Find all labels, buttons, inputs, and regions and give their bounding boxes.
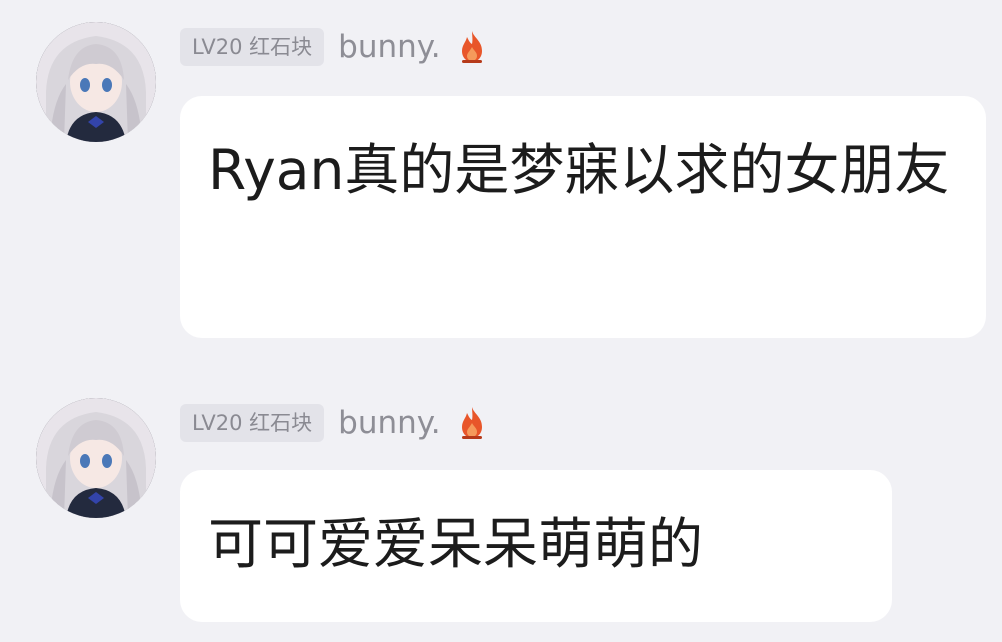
message-bubble[interactable]: Ryan真的是梦寐以求的女朋友	[180, 96, 986, 338]
chat-message: LV20 红石块 bunny. 可可爱爱呆呆萌萌的	[0, 398, 1002, 642]
username[interactable]: bunny.	[338, 29, 440, 65]
username[interactable]: bunny.	[338, 405, 440, 441]
anime-girl-avatar-icon	[36, 22, 156, 142]
flame-icon	[457, 29, 487, 65]
level-badge[interactable]: LV20 红石块	[180, 28, 325, 66]
message-meta: LV20 红石块 bunny.	[180, 28, 487, 66]
user-avatar[interactable]	[36, 22, 156, 142]
chat-message: LV20 红石块 bunny. Ryan真的是梦寐以求的女朋友	[0, 22, 1002, 342]
anime-girl-avatar-icon	[36, 398, 156, 518]
message-meta: LV20 红石块 bunny.	[180, 404, 487, 442]
flame-icon	[457, 405, 487, 441]
message-bubble[interactable]: 可可爱爱呆呆萌萌的	[180, 470, 892, 622]
level-badge[interactable]: LV20 红石块	[180, 404, 325, 442]
user-avatar[interactable]	[36, 398, 156, 518]
